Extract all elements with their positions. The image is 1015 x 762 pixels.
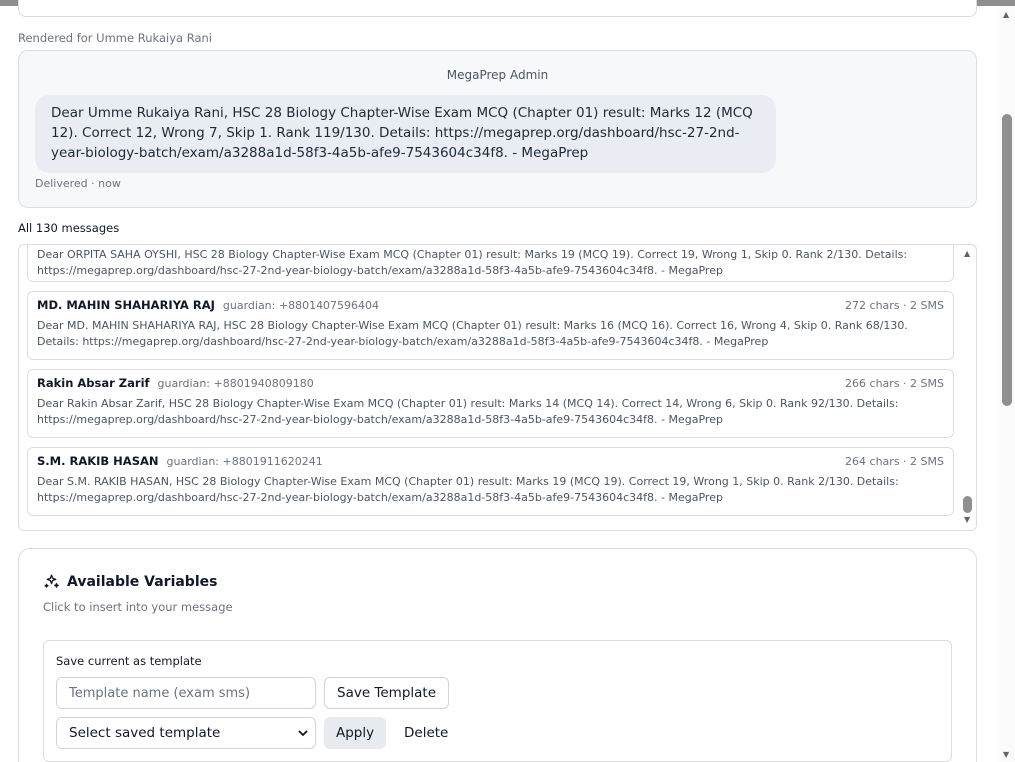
- student-name: Rakin Absar Zarif: [37, 376, 150, 390]
- message-body: Dear Rakin Absar Zarif, HSC 28 Biology C…: [37, 397, 899, 426]
- chevron-down-icon: [298, 730, 308, 736]
- page-scroll-up-arrow-icon[interactable]: ▲: [1003, 10, 1009, 19]
- save-template-button[interactable]: Save Template: [324, 677, 450, 709]
- message-list[interactable]: Dear ORPITA SAHA OYSHI, HSC 28 Biology C…: [18, 244, 977, 531]
- delivery-status: Delivered · now: [35, 177, 121, 190]
- sms-count: 266 chars · 2 SMS: [845, 377, 944, 390]
- message-item: S.M. RAKIB HASAN guardian: +880191162024…: [27, 447, 954, 516]
- saved-template-select[interactable]: Select saved template: [56, 717, 316, 749]
- exam-title-field[interactable]: [18, 0, 977, 17]
- page-scrollbar[interactable]: ▲ ▼: [999, 6, 1015, 762]
- all-messages-heading: All 130 messages: [18, 221, 120, 235]
- message-item: Dear ORPITA SAHA OYSHI, HSC 28 Biology C…: [27, 245, 954, 282]
- sms-preview-card: MegaPrep Admin Dear Umme Rukaiya Rani, H…: [18, 50, 977, 208]
- message-list-scrollbar[interactable]: ▲ ▼: [961, 245, 976, 530]
- page-scroll-thumb[interactable]: [1002, 114, 1012, 406]
- sms-count: 264 chars · 2 SMS: [845, 455, 944, 468]
- scroll-up-arrow-icon[interactable]: ▲: [964, 249, 970, 258]
- template-name-input[interactable]: [56, 677, 316, 709]
- variables-subtitle: Click to insert into your message: [43, 600, 233, 614]
- page-scroll-down-arrow-icon[interactable]: ▼: [1003, 750, 1009, 759]
- template-label: Save current as template: [56, 654, 202, 668]
- student-name: MD. MAHIN SHAHARIYA RAJ: [37, 298, 215, 312]
- message-body: Dear ORPITA SAHA OYSHI, HSC 28 Biology C…: [37, 248, 908, 277]
- preview-message-bubble: Dear Umme Rukaiya Rani, HSC 28 Biology C…: [35, 95, 776, 173]
- student-name: S.M. RAKIB HASAN: [37, 454, 159, 468]
- sparkles-icon: [44, 574, 59, 588]
- message-body: Dear S.M. RAKIB HASAN, HSC 28 Biology Ch…: [37, 475, 899, 504]
- guardian-phone: guardian: +8801911620241: [166, 455, 323, 468]
- scroll-down-arrow-icon[interactable]: ▼: [964, 515, 970, 524]
- message-body: Dear MD. MAHIN SHAHARIYA RAJ, HSC 28 Bio…: [37, 319, 908, 348]
- message-item: MD. MAHIN SHAHARIYA RAJ guardian: +88014…: [27, 291, 954, 360]
- delete-template-button[interactable]: Delete: [392, 717, 460, 749]
- sms-count: 272 chars · 2 SMS: [845, 299, 944, 312]
- template-box: Save current as template Save Template S…: [43, 640, 952, 762]
- message-list-scroll-thumb[interactable]: [963, 496, 972, 513]
- variables-title-text: Available Variables: [67, 573, 218, 590]
- message-item: Rakin Absar Zarif guardian: +88019408091…: [27, 369, 954, 438]
- preview-sender: MegaPrep Admin: [446, 68, 549, 82]
- variables-title: Available Variables: [43, 573, 217, 590]
- saved-template-select-value: Select saved template: [69, 725, 221, 741]
- guardian-phone: guardian: +8801940809180: [157, 377, 314, 390]
- apply-template-button[interactable]: Apply: [324, 717, 387, 749]
- rendered-for-label: Rendered for Umme Rukaiya Rani: [18, 31, 212, 45]
- guardian-phone: guardian: +8801407596404: [222, 299, 380, 312]
- available-variables-card: Available Variables Click to insert into…: [18, 548, 977, 762]
